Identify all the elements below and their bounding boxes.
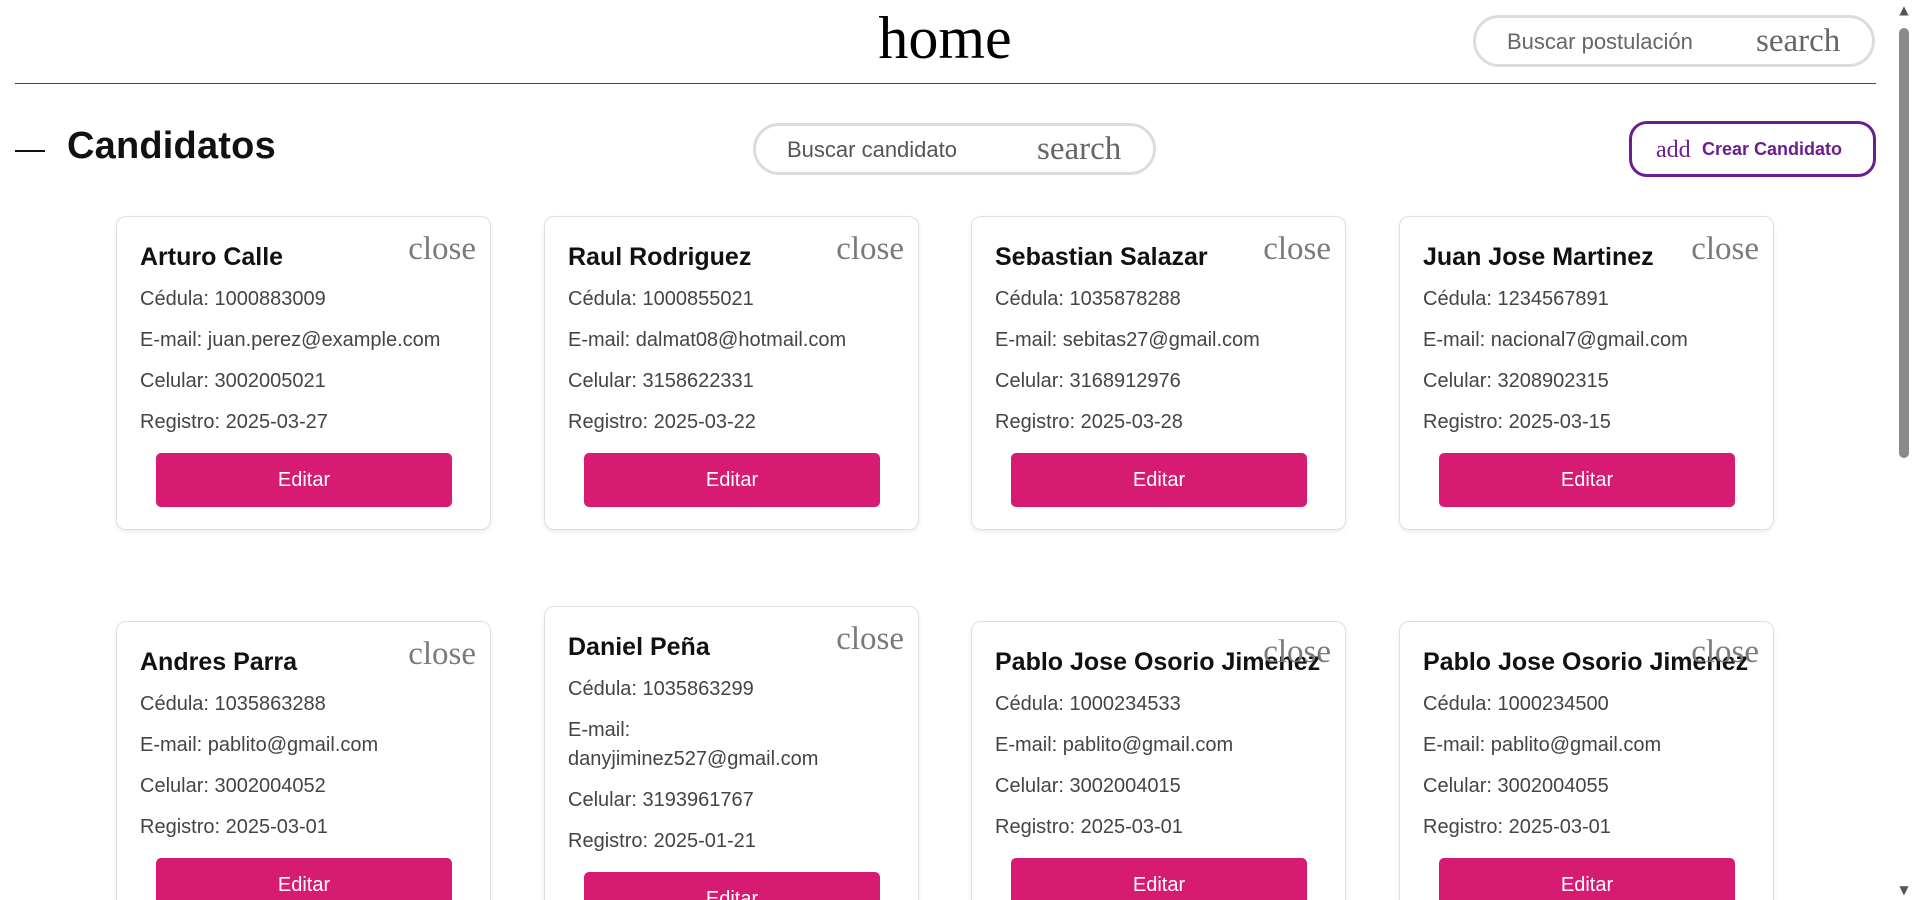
candidate-name: Raul Rodriguez (568, 243, 752, 271)
vertical-scrollbar[interactable]: ▲ ▼ (1895, 0, 1913, 900)
close-icon[interactable]: close (836, 231, 904, 268)
close-icon[interactable]: close (1691, 231, 1759, 268)
edit-button[interactable]: Editar (156, 858, 452, 900)
candidates-section-header: Candidatos Buscar candidato search add C… (0, 120, 1893, 182)
candidate-registro: Registro: 2025-03-01 (995, 816, 1183, 838)
edit-button[interactable]: Editar (1011, 858, 1307, 900)
candidate-registro: Registro: 2025-03-01 (140, 816, 328, 838)
candidate-email: E-mail: sebitas27@gmail.com (995, 329, 1260, 351)
search-icon[interactable]: search (1037, 131, 1121, 168)
candidate-registro: Registro: 2025-03-28 (995, 411, 1183, 433)
header-divider (15, 83, 1876, 84)
candidate-email: E-mail: nacional7@gmail.com (1423, 329, 1688, 351)
edit-button[interactable]: Editar (1011, 453, 1307, 507)
edit-button[interactable]: Editar (1439, 858, 1735, 900)
scroll-down-icon[interactable]: ▼ (1898, 884, 1910, 896)
candidate-cedula: Cédula: 1035863299 (568, 678, 754, 700)
postulacion-search-placeholder: Buscar postulación (1507, 29, 1693, 54)
close-icon[interactable]: close (1263, 634, 1331, 671)
candidate-email: E-mail: juan.perez@example.com (140, 329, 441, 351)
close-icon[interactable]: close (1263, 231, 1331, 268)
edit-button[interactable]: Editar (1439, 453, 1735, 507)
candidate-celular: Celular: 3002005021 (140, 370, 326, 392)
scrollbar-thumb[interactable] (1899, 28, 1909, 458)
candidate-card: Pablo Jose Osorio Jimenez close Cédula: … (1399, 621, 1774, 900)
candidate-name: Juan Jose Martinez (1423, 243, 1654, 271)
candidate-email: E-mail: dalmat08@hotmail.com (568, 329, 847, 351)
candidate-card: Juan Jose Martinez close Cédula: 1234567… (1399, 216, 1774, 530)
close-icon[interactable]: close (408, 636, 476, 673)
candidate-celular: Celular: 3002004055 (1423, 775, 1609, 797)
candidate-registro: Registro: 2025-03-27 (140, 411, 328, 433)
scroll-up-icon[interactable]: ▲ (1898, 4, 1910, 16)
candidate-card: Daniel Peña close Cédula: 1035863299 E-m… (544, 606, 919, 900)
candidate-celular: Celular: 3158622331 (568, 370, 754, 392)
candidate-registro: Registro: 2025-01-21 (568, 830, 756, 852)
section-dash (15, 150, 45, 152)
candidate-registro: Registro: 2025-03-01 (1423, 816, 1611, 838)
candidate-celular: Celular: 3193961767 (568, 789, 754, 811)
close-icon[interactable]: close (836, 621, 904, 658)
candidate-cedula: Cédula: 1035863288 (140, 693, 326, 715)
candidate-card: Pablo Jose Osorio Jimenez close Cédula: … (971, 621, 1346, 900)
candidate-name: Andres Parra (140, 648, 298, 676)
candidate-email: E-mail: pablito@gmail.com (140, 734, 379, 756)
candidate-card: Raul Rodriguez close Cédula: 1000855021 … (544, 216, 919, 530)
candidate-cedula: Cédula: 1000855021 (568, 288, 754, 310)
edit-button[interactable]: Editar (584, 453, 880, 507)
postulacion-search-input[interactable]: Buscar postulación search (1473, 15, 1875, 67)
candidate-registro: Registro: 2025-03-15 (1423, 411, 1611, 433)
candidate-celular: Celular: 3002004015 (995, 775, 1181, 797)
candidate-email: E-mail: pablito@gmail.com (1423, 734, 1662, 756)
section-title: Candidatos (67, 125, 276, 167)
candidate-search-placeholder: Buscar candidato (787, 137, 957, 162)
add-icon: add (1656, 137, 1691, 163)
close-icon[interactable]: close (408, 231, 476, 268)
search-icon[interactable]: search (1756, 23, 1840, 60)
edit-button[interactable]: Editar (584, 872, 880, 900)
candidate-cedula: Cédula: 1000234500 (1423, 693, 1609, 715)
close-icon[interactable]: close (1691, 634, 1759, 671)
candidate-cedula: Cédula: 1234567891 (1423, 288, 1609, 310)
candidate-celular: Celular: 3208902315 (1423, 370, 1609, 392)
candidate-celular: Celular: 3168912976 (995, 370, 1181, 392)
candidate-registro: Registro: 2025-03-22 (568, 411, 756, 433)
candidate-card: Andres Parra close Cédula: 1035863288 E-… (116, 621, 491, 900)
candidate-name: Sebastian Salazar (995, 243, 1208, 271)
candidate-search-input[interactable]: Buscar candidato search (753, 123, 1156, 175)
candidate-name: Arturo Calle (140, 243, 284, 271)
candidate-email: E-mail: pablito@gmail.com (995, 734, 1234, 756)
candidate-card: Arturo Calle close Cédula: 1000883009 E-… (116, 216, 491, 530)
candidate-celular: Celular: 3002004052 (140, 775, 326, 797)
candidate-email-label: E-mail: (568, 719, 631, 741)
candidate-cedula: Cédula: 1000234533 (995, 693, 1181, 715)
candidate-email-value: danyjiminez527@gmail.com (568, 748, 819, 770)
candidate-name: Daniel Peña (568, 633, 710, 661)
candidate-cedula: Cédula: 1000883009 (140, 288, 326, 310)
candidate-card: Sebastian Salazar close Cédula: 10358782… (971, 216, 1346, 530)
create-candidate-label: Crear Candidato (1702, 139, 1843, 159)
edit-button[interactable]: Editar (156, 453, 452, 507)
candidate-cedula: Cédula: 1035878288 (995, 288, 1181, 310)
top-bar: home Buscar postulación search (0, 0, 1893, 84)
create-candidate-button[interactable]: add Crear Candidato (1629, 121, 1876, 177)
